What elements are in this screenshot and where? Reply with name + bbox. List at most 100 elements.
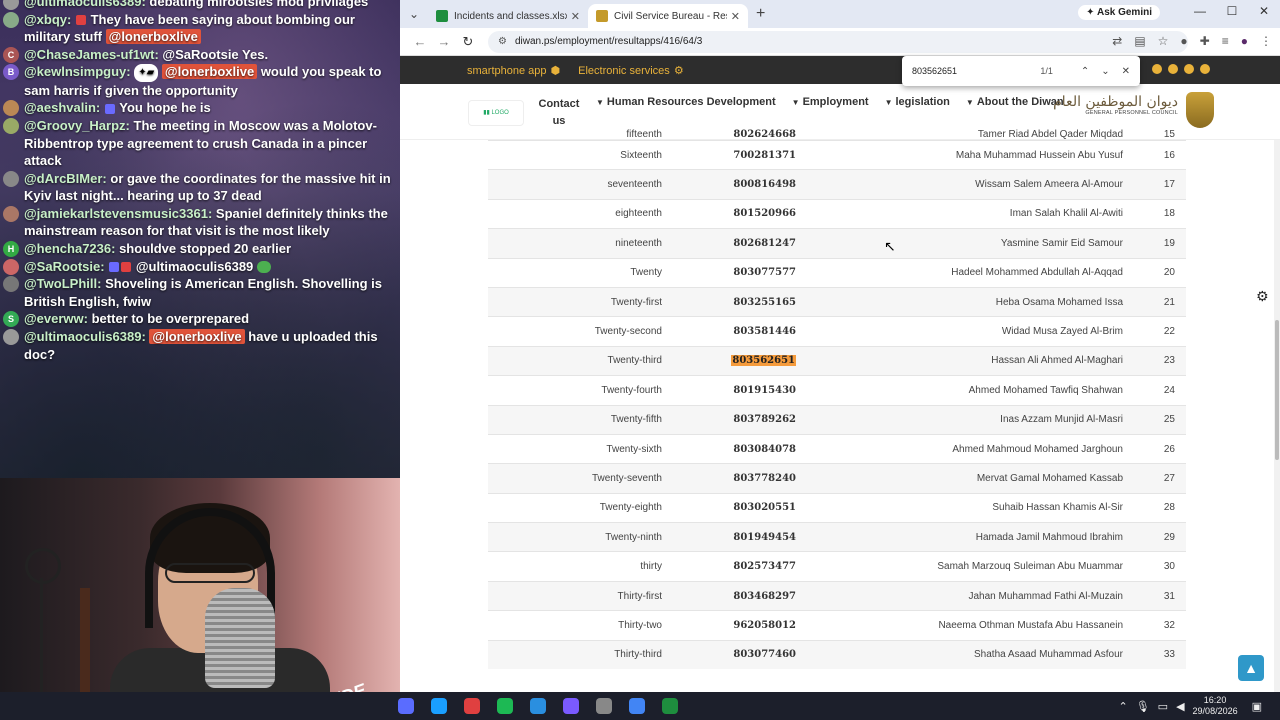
back-arrow-icon[interactable]: ← (408, 34, 432, 49)
table-row: Twenty-first 803255165 Heba Osama Mohamed … (488, 286, 1186, 317)
find-close-icon[interactable]: ✕ (1122, 66, 1130, 77)
system-tray: ⌃ 🎙 ▭ ◀ 16:20 29/08/2026 ▣ (1118, 695, 1270, 717)
menu-label: About the Diwan (976, 96, 1064, 108)
telegram-icon[interactable] (1184, 64, 1194, 74)
menu-legislation[interactable]: ▼ legislation (885, 96, 950, 130)
android-icon: ⬢ (550, 64, 561, 77)
palestine-emblem-icon (1186, 92, 1214, 128)
address-bar: ← → ↻ ⚙ diwan.ps/employment/resultapps/4… (400, 28, 1280, 56)
ordinal-cell: thirty (640, 561, 662, 573)
electronic-services-link[interactable]: Electronic services ⚙ (578, 64, 684, 77)
taskbar-app-icon[interactable] (497, 698, 513, 714)
tab-civil-service-bureau[interactable]: Civil Service Bureau - Results of ✕ (588, 4, 748, 28)
tab-incidents-sheet[interactable]: Incidents and classes.xlsx - Goo ✕ (428, 4, 588, 28)
chat-mention[interactable]: @lonerboxlive (105, 29, 201, 45)
site-favicon-icon (596, 10, 608, 22)
taskbar-clock[interactable]: 16:20 29/08/2026 (1193, 695, 1238, 717)
instagram-icon[interactable] (1168, 64, 1178, 74)
results-table: fifteenth 802624668 Tamer Riad Abdel Qader… (488, 128, 1186, 670)
extension-icon[interactable]: ● (1180, 34, 1187, 48)
chat-mention[interactable]: @lonerboxlive (161, 64, 258, 80)
taskbar-app-icons (0, 698, 678, 714)
mouse-cursor-icon: ↖ (884, 238, 896, 254)
menu-employment[interactable]: ▼ Employment (792, 96, 869, 130)
url-input[interactable]: ⚙ diwan.ps/employment/resultapps/416/64/… (488, 30, 1188, 53)
notifications-icon[interactable]: ▣ (1252, 700, 1262, 713)
tab-list-dropdown-icon[interactable]: ⌄ (400, 7, 428, 21)
ordinal-cell: Twenty-seventh (591, 472, 662, 484)
chat-mention[interactable]: @lonerboxlive (149, 329, 245, 345)
media-icon[interactable]: ≡ (1222, 34, 1229, 48)
menu-human-resources[interactable]: ▼ Human Resources Development (596, 96, 776, 130)
network-icon[interactable]: ▭ (1158, 700, 1168, 713)
tab-close-icon[interactable]: ✕ (731, 10, 740, 23)
reader-icon[interactable]: ▤ (1134, 34, 1145, 48)
id-number-cell: 803077577 (733, 267, 796, 279)
taskbar-app-icon[interactable] (431, 698, 447, 714)
page-scrollbar[interactable] (1274, 140, 1280, 692)
row-number-cell: 21 (1163, 296, 1175, 308)
site-info-icon[interactable]: ⚙ (498, 36, 507, 47)
row-number-cell: 17 (1163, 179, 1175, 191)
taskbar-app-icon[interactable] (629, 698, 645, 714)
chat-username: @jamiekarlstevensmusic3361: (24, 205, 213, 221)
taskbar-app-icon[interactable] (662, 698, 678, 714)
tab-close-icon[interactable]: ✕ (571, 10, 580, 23)
browser-window: ⌄ Incidents and classes.xlsx - Goo ✕ Civ… (400, 0, 1280, 692)
ordinal-cell: Twenty-third (607, 355, 662, 367)
name-cell: Widad Musa Zayed Al-Brim (1001, 326, 1123, 338)
council-logo[interactable]: ديوان الموظفين العام GENERAL PERSONNEL C… (1053, 94, 1208, 116)
ordinal-cell: Sixteenth (620, 149, 662, 161)
chat-text: You hope he is (119, 100, 211, 116)
taskbar-app-icon[interactable] (563, 698, 579, 714)
facebook-icon[interactable] (1200, 64, 1210, 74)
table-row: fifteenth 802624668 Tamer Riad Abdel Qader… (488, 128, 1186, 140)
chat-badge-icon (75, 15, 86, 26)
id-number-cell: 803581446 (733, 326, 796, 338)
taskbar-app-icon[interactable] (530, 698, 546, 714)
find-previous-icon[interactable]: ⌃ (1081, 66, 1089, 77)
youtube-icon[interactable] (1152, 64, 1162, 74)
find-next-icon[interactable]: ⌄ (1101, 66, 1109, 77)
menu-contact-us[interactable]: Contact us (538, 96, 580, 130)
reload-icon[interactable]: ↻ (456, 34, 480, 50)
name-cell: Inas Azzam Munjid Al-Masri (1000, 414, 1123, 426)
row-number-cell: 24 (1163, 384, 1175, 396)
translate-icon[interactable]: ⇄ (1112, 34, 1122, 48)
find-query-input[interactable]: 803562651 (912, 66, 1040, 76)
guitar-shape (80, 588, 90, 692)
name-cell: Mervat Gamal Mohamed Kassab (976, 472, 1123, 484)
taskbar-app-icon[interactable] (398, 698, 414, 714)
name-cell: Tamer Riad Abdel Qader Miqdad (977, 129, 1123, 140)
chat-message: @Groovy_Harpz: The meeting in Moscow was… (0, 117, 400, 170)
lamp-shape (25, 548, 61, 584)
volume-icon[interactable]: ◀ (1176, 700, 1184, 713)
stream-chat-panel: @ultimaoculis6389: debating mirootsies m… (0, 0, 400, 478)
table-row: Twenty-seventh 803778240 Mervat Gamal Moha… (488, 463, 1186, 493)
menu-about-diwan[interactable]: ▼ About the Diwan (966, 96, 1064, 130)
bookmark-star-icon[interactable]: ☆ (1158, 34, 1169, 48)
new-tab-icon[interactable]: + (756, 5, 765, 23)
forward-arrow-icon[interactable]: → (432, 34, 456, 49)
ask-gemini-button[interactable]: ✦ Ask Gemini (1078, 5, 1160, 20)
close-window-icon[interactable]: ✕ (1248, 4, 1280, 18)
chat-username: @ultimaoculis6389: (24, 329, 146, 345)
chat-username: @SaRootsie: (24, 258, 105, 274)
microphone-tray-icon[interactable]: 🎙 (1136, 700, 1150, 713)
puzzle-icon[interactable]: ✚ (1200, 34, 1210, 48)
partner-logo[interactable]: ▮▮ LOGO (468, 100, 524, 126)
scrollbar-thumb[interactable] (1275, 320, 1279, 460)
tray-chevron-icon[interactable]: ⌃ (1118, 700, 1127, 713)
menu-dots-icon[interactable]: ⋮ (1260, 34, 1272, 48)
smartphone-app-link[interactable]: smartphone app ⬢ (467, 64, 560, 77)
profile-avatar-icon[interactable]: ● (1241, 34, 1248, 48)
chat-message: C @ChaseJames-uf1wt: @SaRootsie Yes. (0, 46, 400, 64)
chat-message: @SaRootsie: @ultimaoculis6389 (0, 258, 400, 276)
chat-badge-icon (109, 262, 120, 273)
maximize-icon[interactable]: ☐ (1216, 4, 1248, 18)
minimize-icon[interactable]: — (1184, 4, 1216, 18)
taskbar-app-icon[interactable] (464, 698, 480, 714)
taskbar-app-icon[interactable] (596, 698, 612, 714)
settings-gear-icon[interactable]: ⚙ (1256, 288, 1270, 304)
back-to-top-button[interactable]: ▲ (1238, 655, 1264, 681)
